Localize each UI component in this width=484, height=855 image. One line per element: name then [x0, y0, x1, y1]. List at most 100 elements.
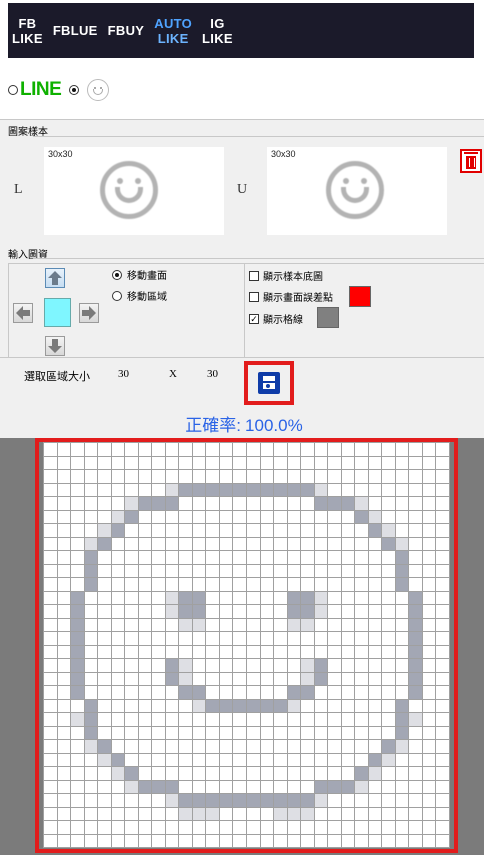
grid-cell[interactable] — [355, 672, 368, 685]
grid-cell[interactable] — [368, 834, 382, 847]
grid-cell[interactable] — [57, 470, 71, 483]
grid-cell[interactable] — [125, 483, 138, 496]
grid-cell[interactable] — [84, 699, 98, 712]
grid-cell[interactable] — [314, 672, 328, 685]
grid-cell[interactable] — [422, 780, 436, 793]
grid-cell[interactable] — [138, 483, 152, 496]
show-sample-bg-option[interactable]: 顯示樣本底圖 — [249, 268, 323, 283]
grid-cell[interactable] — [192, 497, 206, 510]
grid-cell[interactable] — [111, 753, 125, 766]
grid-cell[interactable] — [382, 564, 395, 577]
grid-cell[interactable] — [314, 686, 328, 699]
move-up-button[interactable] — [45, 268, 65, 288]
grid-cell[interactable] — [301, 470, 314, 483]
grid-cell[interactable] — [247, 497, 260, 510]
grid-cell[interactable] — [314, 659, 328, 672]
grid-cell[interactable] — [341, 794, 355, 807]
grid-cell[interactable] — [341, 456, 355, 469]
grid-cell[interactable] — [57, 659, 71, 672]
grid-cell[interactable] — [165, 578, 179, 591]
grid-cell[interactable] — [179, 821, 192, 834]
grid-cell[interactable] — [152, 524, 165, 537]
grid-cell[interactable] — [368, 699, 382, 712]
grid-cell[interactable] — [287, 753, 301, 766]
grid-cell[interactable] — [287, 821, 301, 834]
grid-cell[interactable] — [98, 834, 111, 847]
grid-cell[interactable] — [44, 537, 57, 550]
grid-cell[interactable] — [287, 740, 301, 753]
grid-cell[interactable] — [138, 497, 152, 510]
grid-cell[interactable] — [192, 726, 206, 739]
grid-cell[interactable] — [125, 713, 138, 726]
grid-cell[interactable] — [314, 564, 328, 577]
grid-cell[interactable] — [219, 591, 233, 604]
grid-cell[interactable] — [71, 767, 84, 780]
grid-cell[interactable] — [287, 794, 301, 807]
grid-cell[interactable] — [314, 767, 328, 780]
grid-cell[interactable] — [247, 564, 260, 577]
grid-cell[interactable] — [152, 726, 165, 739]
grid-cell[interactable] — [179, 510, 192, 523]
grid-cell[interactable] — [233, 834, 246, 847]
grid-cell[interactable] — [179, 564, 192, 577]
grid-cell[interactable] — [206, 726, 219, 739]
grid-cell[interactable] — [355, 794, 368, 807]
grid-cell[interactable] — [355, 483, 368, 496]
grid-cell[interactable] — [165, 740, 179, 753]
grid-cell[interactable] — [355, 510, 368, 523]
grid-cell[interactable] — [368, 443, 382, 456]
grid-cell[interactable] — [328, 807, 341, 820]
grid-cell[interactable] — [287, 672, 301, 685]
grid-cell[interactable] — [111, 591, 125, 604]
grid-cell[interactable] — [274, 564, 287, 577]
grid-cell[interactable] — [260, 578, 274, 591]
grid-cell[interactable] — [395, 780, 409, 793]
grid-cell[interactable] — [247, 713, 260, 726]
grid-cell[interactable] — [382, 821, 395, 834]
grid-cell[interactable] — [179, 807, 192, 820]
grid-cell[interactable] — [71, 578, 84, 591]
grid-cell[interactable] — [179, 537, 192, 550]
grid-cell[interactable] — [71, 686, 84, 699]
grid-cell[interactable] — [341, 780, 355, 793]
grid-cell[interactable] — [382, 807, 395, 820]
grid-cell[interactable] — [44, 699, 57, 712]
grid-cell[interactable] — [301, 564, 314, 577]
grid-cell[interactable] — [341, 632, 355, 645]
grid-cell[interactable] — [382, 578, 395, 591]
grid-cell[interactable] — [98, 645, 111, 658]
grid-cell[interactable] — [301, 605, 314, 618]
grid-cell[interactable] — [71, 605, 84, 618]
grid-cell[interactable] — [138, 834, 152, 847]
grid-cell[interactable] — [422, 767, 436, 780]
grid-cell[interactable] — [341, 483, 355, 496]
grid-cell[interactable] — [422, 821, 436, 834]
grid-cell[interactable] — [274, 659, 287, 672]
grid-cell[interactable] — [314, 524, 328, 537]
grid-cell[interactable] — [192, 605, 206, 618]
grid-cell[interactable] — [44, 618, 57, 631]
grid-cell[interactable] — [422, 834, 436, 847]
grid-cell[interactable] — [368, 510, 382, 523]
grid-cell[interactable] — [152, 456, 165, 469]
grid-cell[interactable] — [260, 497, 274, 510]
grid-cell[interactable] — [111, 821, 125, 834]
grid-cell[interactable] — [260, 794, 274, 807]
grid-cell[interactable] — [409, 524, 422, 537]
grid-cell[interactable] — [111, 794, 125, 807]
grid-cell[interactable] — [422, 807, 436, 820]
grid-cell[interactable] — [314, 578, 328, 591]
grid-cell[interactable] — [287, 659, 301, 672]
grid-cell[interactable] — [301, 780, 314, 793]
grid-cell[interactable] — [138, 767, 152, 780]
grid-cell[interactable] — [165, 524, 179, 537]
grid-cell[interactable] — [111, 456, 125, 469]
grid-cell[interactable] — [206, 672, 219, 685]
grid-cell[interactable] — [341, 699, 355, 712]
grid-cell[interactable] — [247, 483, 260, 496]
grid-cell[interactable] — [436, 794, 449, 807]
grid-cell[interactable] — [111, 483, 125, 496]
grid-cell[interactable] — [247, 510, 260, 523]
grid-cell[interactable] — [192, 510, 206, 523]
grid-cell[interactable] — [328, 591, 341, 604]
